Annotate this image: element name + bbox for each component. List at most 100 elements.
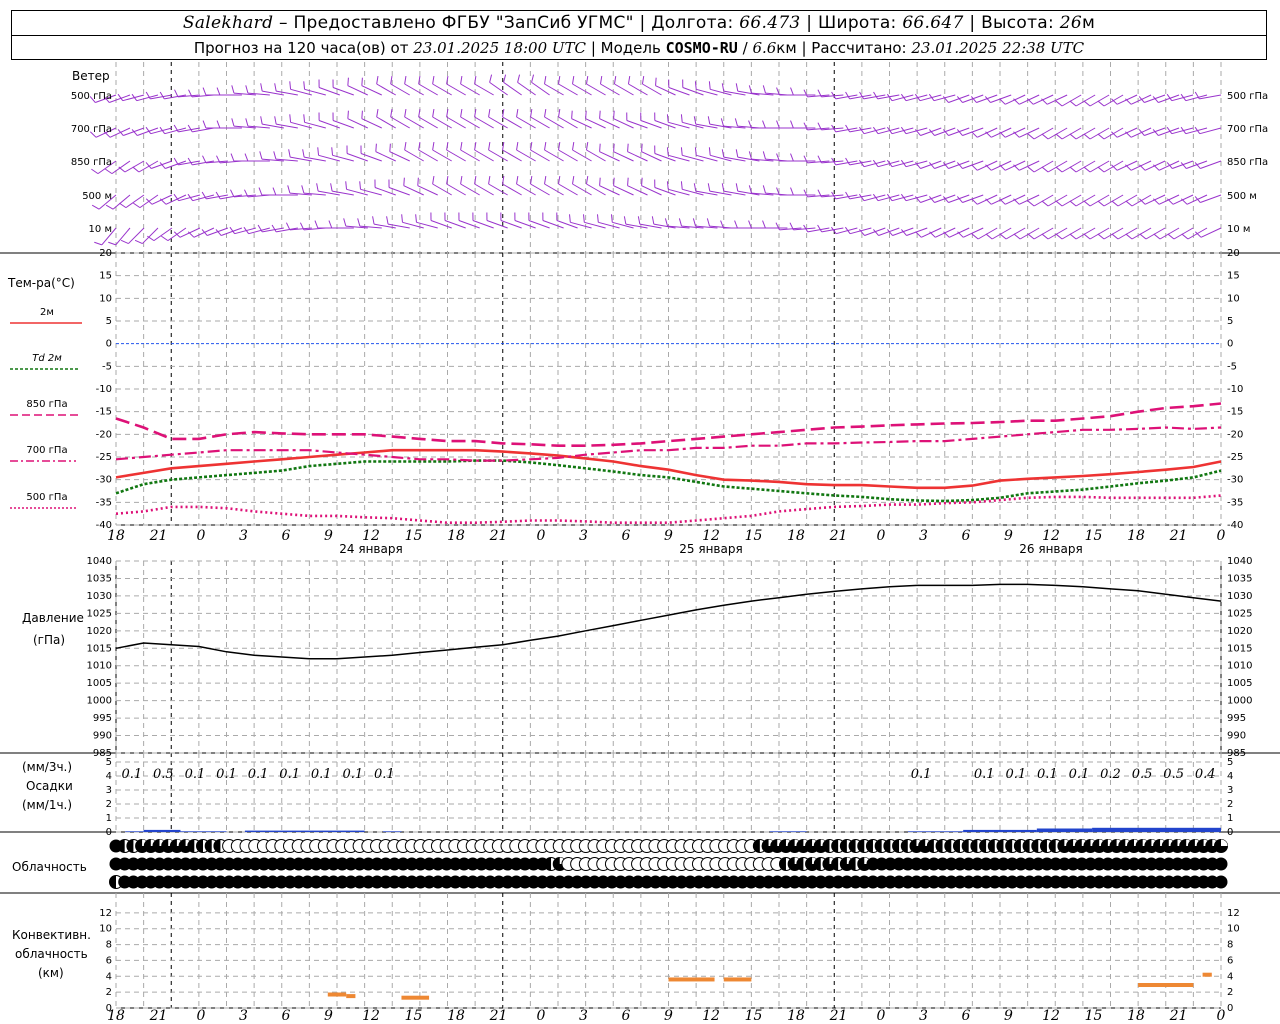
- wind-barbs-panel: [89, 74, 1222, 246]
- temp-ytick: 5: [106, 316, 112, 327]
- x-tick-label: 21: [489, 528, 508, 544]
- wind-barb-flag: [432, 109, 435, 118]
- wind-barb-flag: [1055, 166, 1063, 173]
- wind-barb-flag: [637, 216, 641, 225]
- x-tick-label-bottom: 15: [1085, 1008, 1103, 1024]
- precip-1h-bar: [180, 831, 227, 832]
- precipitation-panel: 0.1 0.5 0.1 0.1 0.1 0.1 0.1 0.1 0.1 0.1 0.1 0.1 0.1 0…: [121, 767, 1221, 832]
- conv-ytick-right: 2: [1227, 987, 1233, 998]
- pres-ytick: 990: [93, 731, 112, 742]
- x-tick-label-bottom: 15: [405, 1008, 423, 1024]
- conv-title-1: Конвективн.: [12, 928, 91, 942]
- wind-barb-flag: [572, 142, 575, 151]
- wind-barb-flag: [174, 89, 179, 98]
- wind-barb-flag: [460, 109, 463, 118]
- wind-level-500m: 500 м: [82, 191, 112, 202]
- pres-ytick-right: 1005: [1227, 678, 1252, 689]
- wind-barb-flag: [432, 76, 435, 85]
- wind-barb-flag: [1069, 200, 1077, 207]
- wind-barb-flag: [1097, 166, 1105, 173]
- cloud-title: Облачность: [12, 860, 87, 874]
- x-tick-label-bottom: 3: [579, 1008, 588, 1024]
- x-tick-label-bottom: 9: [1004, 1008, 1013, 1024]
- wind-barb: [489, 81, 508, 96]
- wind-barb-flag: [105, 168, 113, 175]
- wind-barb-flag: [215, 191, 221, 200]
- x-tick-label: 6: [282, 528, 291, 544]
- axis-ticks: -40 -40-35 -35-30 -30-25 -25-20 -20-15 -15-10-…: [87, 248, 1253, 1024]
- wind-barb-flag: [1138, 129, 1145, 136]
- conv-ytick: 12: [99, 908, 112, 919]
- pres-ytick-right: 1030: [1227, 591, 1252, 602]
- wind-barb-flag: [1069, 166, 1077, 173]
- precip-ytick-right: 0: [1227, 827, 1233, 838]
- precip-ytick-right: 3: [1227, 785, 1233, 796]
- precip-3h-value: 0.5: [1163, 767, 1184, 782]
- wind-barb-flag: [1041, 133, 1049, 140]
- wind-barb-flag: [404, 142, 407, 151]
- x-tick-label: 9: [664, 528, 673, 544]
- wind-barb-flag: [817, 224, 823, 233]
- wind-barb-flag: [1055, 133, 1063, 140]
- wind-barb-flag: [245, 85, 249, 94]
- cloud-symbol-mostly-gap: [1221, 839, 1228, 846]
- x-tick-label: 15: [1085, 528, 1103, 544]
- wind-barb-flag: [273, 151, 277, 160]
- x-tick-label: 0: [197, 528, 206, 544]
- wind-barb-flag: [1083, 233, 1091, 240]
- wind-barb-flag: [707, 116, 711, 125]
- pres-ytick: 1010: [87, 661, 112, 672]
- wind-barb-flag: [347, 77, 349, 86]
- cloud-symbol-half-fill: [109, 875, 116, 889]
- wind-barb-flag: [558, 76, 561, 85]
- wind-barb: [125, 194, 145, 209]
- wind-barb-flag: [1013, 233, 1021, 240]
- wind-barb-flag: [1125, 233, 1133, 240]
- temp-ytick: 20: [99, 248, 112, 259]
- wind-barb-flag: [845, 124, 851, 133]
- x-tick-label: 15: [405, 528, 423, 544]
- conv-ytick: 4: [106, 971, 112, 982]
- legend-2m-label: 2м: [40, 307, 54, 318]
- wind-barb-flag: [569, 214, 571, 223]
- pres-ytick: 1020: [87, 626, 112, 637]
- temp-ytick-right: -40: [1227, 520, 1243, 531]
- wind-barb-flag: [474, 76, 477, 85]
- wind-barb-flag: [1125, 200, 1133, 207]
- wind-barb-flag: [544, 142, 547, 151]
- wind-barb-flag: [375, 143, 377, 152]
- wind-barb-flag: [91, 204, 100, 210]
- wind-barb-flag: [613, 143, 615, 152]
- wind-barb-flag: [173, 157, 179, 166]
- wind-barb-flag: [331, 147, 334, 156]
- precip-1h-bar: [769, 831, 807, 832]
- wind-barb-flag: [488, 142, 491, 151]
- wind-barb-flag: [999, 233, 1007, 240]
- precip-1h-bar: [1036, 828, 1093, 832]
- x-tick-label-bottom: 18: [107, 1008, 125, 1024]
- precip-3h-value: 0.1: [1037, 767, 1058, 782]
- wind-barb-flag: [187, 124, 193, 133]
- wind-barb-flag: [147, 235, 155, 242]
- conv-segment: [1138, 983, 1194, 988]
- temp-ytick-right: -5: [1227, 361, 1237, 372]
- conv-segment: [327, 992, 347, 997]
- wind-barb-flag: [432, 142, 435, 151]
- wind-barb-flag: [488, 109, 491, 118]
- wind-barb-flag: [1055, 233, 1063, 240]
- wind-barb-flag: [401, 214, 403, 223]
- wind-barb-flag: [403, 177, 405, 186]
- x-tick-label-bottom: 12: [362, 1008, 380, 1024]
- wind-barb-flag: [489, 74, 493, 83]
- wind-barb-flag: [613, 76, 617, 85]
- wind-barb-flag: [159, 91, 165, 100]
- wind-level-500hpa-right: 500 гПа: [1227, 91, 1268, 102]
- wind-level-500m-right: 500 м: [1227, 191, 1257, 202]
- pressure-unit: (гПа): [33, 633, 65, 647]
- x-tick-label: 0: [877, 528, 886, 544]
- wind-barb-flag: [735, 183, 739, 192]
- wind-barb-flag: [516, 142, 519, 151]
- wind-barb-flag: [390, 109, 393, 118]
- wind-barb-flag: [693, 183, 697, 192]
- precip-unit-3h: (мм/3ч.): [22, 760, 72, 774]
